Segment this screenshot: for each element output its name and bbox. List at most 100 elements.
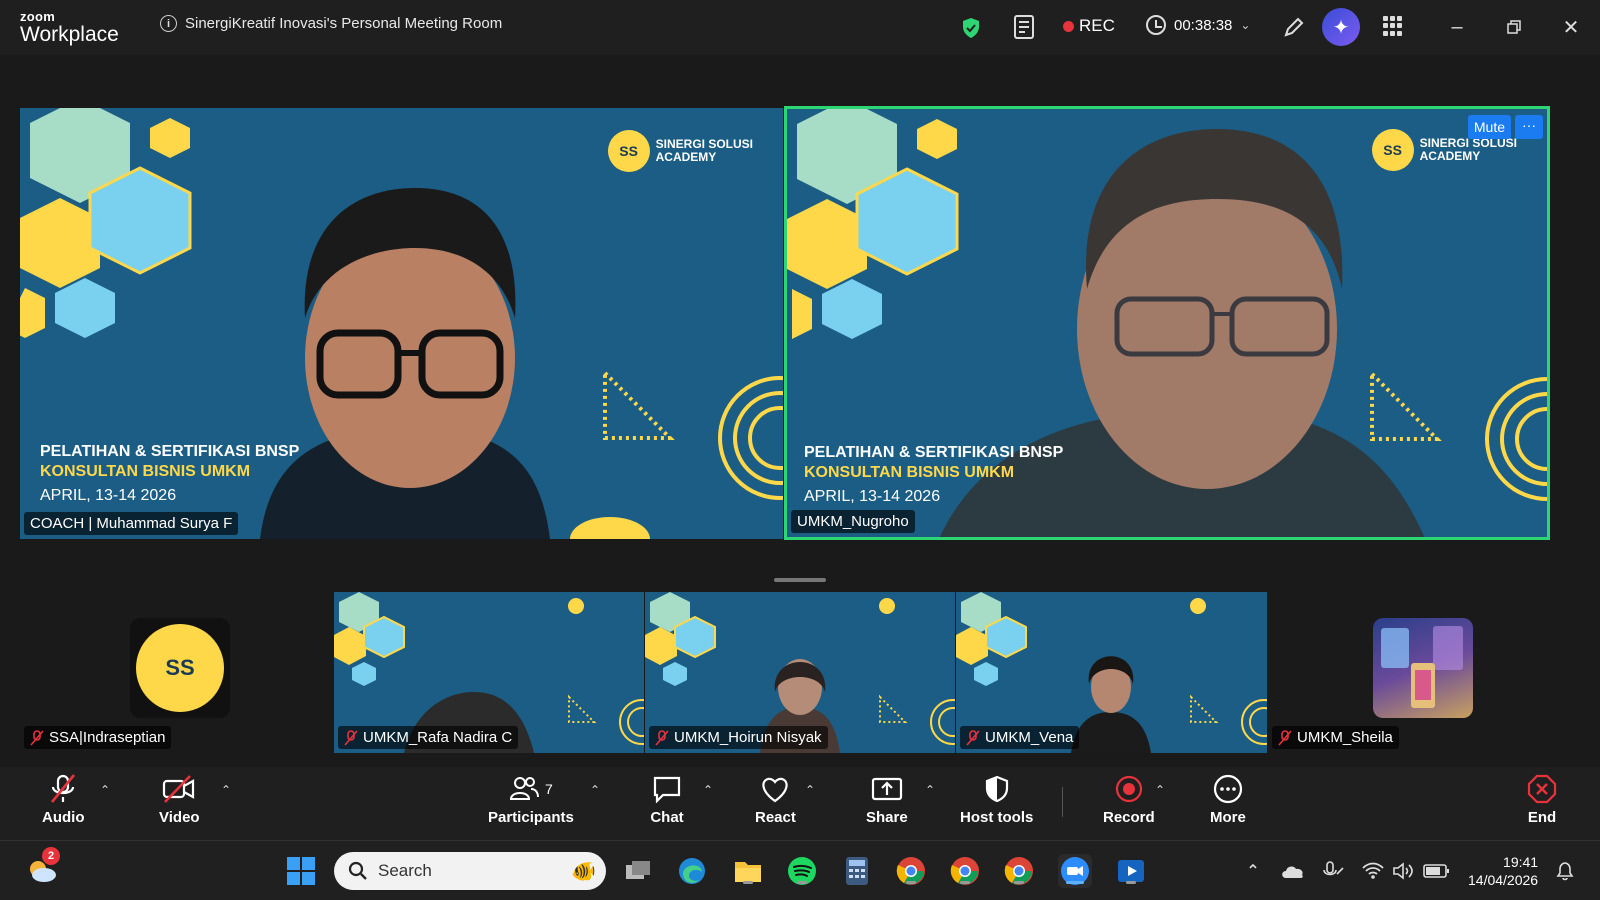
more-button[interactable]: More xyxy=(1210,773,1246,826)
participant-name: UMKM_Nugroho xyxy=(797,513,909,530)
chat-icon xyxy=(650,773,684,805)
meeting-toolbar: Audio ⌃ Video ⌃ 7 Participants ⌃ Chat ⌃ xyxy=(0,767,1600,840)
brand-big: Workplace xyxy=(20,23,119,46)
participants-options-caret[interactable]: ⌃ xyxy=(590,783,600,797)
participant-name-tag: UMKM_Rafa Nadira C xyxy=(338,726,519,749)
calculator-icon[interactable] xyxy=(840,854,874,888)
record-button[interactable]: Record xyxy=(1103,773,1155,826)
zoom-logo: zoom Workplace xyxy=(20,10,119,45)
participants-button[interactable]: 7 Participants xyxy=(488,773,574,826)
file-explorer-icon[interactable] xyxy=(731,854,765,888)
academy-logo-icon: SS xyxy=(136,624,224,712)
edge-icon[interactable] xyxy=(675,854,709,888)
video-tile-strip-4[interactable]: UMKM_Vena xyxy=(956,592,1267,753)
chrome-profile-3-icon[interactable] xyxy=(1002,854,1036,888)
task-view-icon[interactable] xyxy=(621,854,655,888)
heart-icon xyxy=(758,773,792,805)
video-options-caret[interactable]: ⌃ xyxy=(221,783,231,797)
audio-label: Audio xyxy=(42,809,85,826)
encryption-shield-icon[interactable] xyxy=(961,17,981,39)
clock-time: 19:41 xyxy=(1503,854,1539,870)
record-icon xyxy=(1112,773,1146,805)
start-button[interactable] xyxy=(284,854,318,888)
close-icon[interactable]: ✕ xyxy=(1556,14,1586,40)
banner-line2: KONSULTAN BISNIS UMKM xyxy=(40,463,251,480)
muted-mic-icon xyxy=(344,729,358,746)
video-tile-main-2[interactable]: SS SINERGI SOLUSI ACADEMY PELATIHAN & SE… xyxy=(784,106,1550,540)
shield-icon xyxy=(980,773,1014,805)
meeting-title[interactable]: i SinergiKreatif Inovasi's Personal Meet… xyxy=(160,15,502,32)
avatar xyxy=(1373,618,1473,718)
participant-name-tag: UMKM_Nugroho xyxy=(791,510,915,533)
banner-line1: PELATIHAN & SERTIFIKASI BNSP xyxy=(40,443,300,460)
recording-indicator[interactable]: REC xyxy=(1063,16,1115,36)
tile-more-options-button[interactable]: ··· xyxy=(1515,115,1543,139)
video-tile-main-1[interactable]: SS SINERGI SOLUSI ACADEMY PELATIHAN & SE… xyxy=(20,108,783,539)
participant-name-tag: UMKM_Hoirun Nisyak xyxy=(649,726,828,749)
record-options-caret[interactable]: ⌃ xyxy=(1155,783,1165,797)
end-meeting-button[interactable]: End xyxy=(1525,773,1559,826)
share-button[interactable]: Share xyxy=(866,773,908,826)
transcript-icon[interactable] xyxy=(1012,14,1036,40)
mute-participant-button[interactable]: Mute xyxy=(1467,115,1511,139)
battery-icon[interactable] xyxy=(1420,854,1454,888)
gallery-resize-handle[interactable] xyxy=(774,578,826,582)
search-placeholder: Search xyxy=(378,861,432,880)
react-button[interactable]: React xyxy=(755,773,796,826)
logo-line2: ACADEMY xyxy=(1419,149,1481,163)
chrome-profile-2-icon[interactable] xyxy=(948,854,982,888)
windows-icon xyxy=(287,857,315,885)
logo-line2: ACADEMY xyxy=(655,150,717,164)
participants-count: 7 xyxy=(545,781,553,797)
video-tile-strip-3[interactable]: UMKM_Hoirun Nisyak xyxy=(645,592,955,753)
taskbar-search-box[interactable]: Search 🐠 xyxy=(334,852,606,890)
search-icon xyxy=(348,861,367,880)
share-options-caret[interactable]: ⌃ xyxy=(925,783,935,797)
minimize-icon[interactable]: – xyxy=(1442,14,1472,40)
chat-options-caret[interactable]: ⌃ xyxy=(703,783,713,797)
meeting-timer[interactable]: 00:38:38 ⌄ xyxy=(1146,15,1250,35)
apps-grid-icon[interactable] xyxy=(1383,16,1403,36)
video-button[interactable]: Video xyxy=(159,773,200,826)
notification-center-icon[interactable] xyxy=(1548,854,1582,888)
participant-name-tag: UMKM_Vena xyxy=(960,726,1080,749)
host-tools-button[interactable]: Host tools xyxy=(960,773,1033,826)
banner-line3: APRIL, 13-14 2026 xyxy=(40,487,177,504)
system-clock[interactable]: 19:41 14/04/2026 xyxy=(1468,853,1538,889)
restore-icon[interactable] xyxy=(1499,14,1529,40)
zoom-taskbar-icon[interactable] xyxy=(1058,854,1092,888)
react-options-caret[interactable]: ⌃ xyxy=(805,783,815,797)
chat-label: Chat xyxy=(650,809,684,826)
wifi-icon[interactable] xyxy=(1356,854,1390,888)
more-label: More xyxy=(1210,809,1246,826)
banner-line1: PELATIHAN & SERTIFIKASI BNSP xyxy=(804,444,1064,461)
microphone-in-use-icon[interactable] xyxy=(1316,854,1350,888)
avatar: SS xyxy=(130,618,230,718)
clock-date: 14/04/2026 xyxy=(1468,872,1539,888)
clock-icon xyxy=(1146,15,1166,35)
info-icon[interactable]: i xyxy=(160,15,177,32)
video-tile-strip-2[interactable]: UMKM_Rafa Nadira C xyxy=(334,592,644,753)
participant-name: UMKM_Sheila xyxy=(1297,729,1393,746)
show-hidden-icons-chevron[interactable]: ⌃ xyxy=(1236,854,1270,888)
chrome-icon[interactable] xyxy=(894,854,928,888)
rec-dot-icon xyxy=(1063,20,1074,32)
onedrive-icon[interactable] xyxy=(1276,854,1310,888)
weather-widget-icon[interactable]: 2 xyxy=(24,847,60,887)
toolbar-divider xyxy=(1062,787,1063,817)
more-icon xyxy=(1211,773,1245,805)
audio-button[interactable]: Audio xyxy=(42,773,85,826)
participant-name: UMKM_Hoirun Nisyak xyxy=(674,729,822,746)
event-banner: PELATIHAN & SERTIFIKASI BNSP KONSULTAN B… xyxy=(40,442,299,506)
video-tile-strip-5[interactable]: UMKM_Sheila xyxy=(1268,583,1580,753)
video-tile-strip-1[interactable]: SS SSA|Indraseptian xyxy=(20,583,328,753)
academy-logo-icon: SS xyxy=(607,130,650,172)
ai-companion-icon[interactable]: ✦ xyxy=(1322,8,1360,46)
notification-badge: 2 xyxy=(42,847,60,865)
audio-options-caret[interactable]: ⌃ xyxy=(100,783,110,797)
volume-icon[interactable] xyxy=(1386,854,1420,888)
spotify-icon[interactable] xyxy=(785,854,819,888)
pen-icon[interactable] xyxy=(1282,15,1306,39)
media-player-icon[interactable] xyxy=(1114,854,1148,888)
chat-button[interactable]: Chat xyxy=(650,773,684,826)
